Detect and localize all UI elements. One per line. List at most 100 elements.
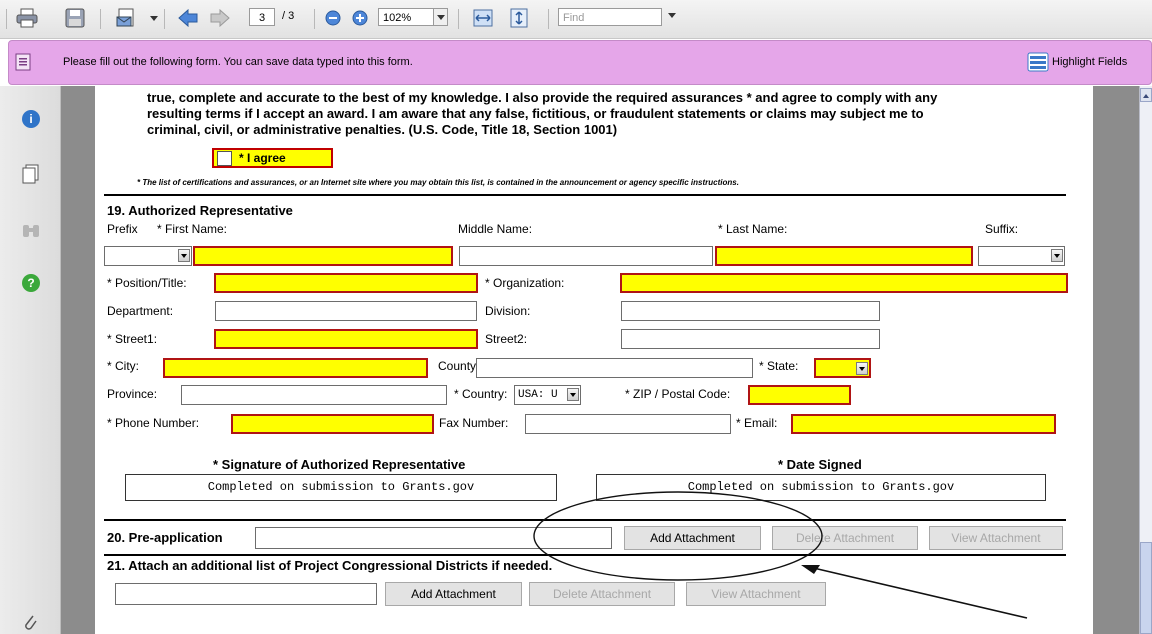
highlight-fields-icon [1027, 52, 1049, 72]
toolbar-separator [100, 9, 101, 29]
phone-label: * Phone Number: [107, 416, 200, 430]
section-21-title: 21. Attach an additional list of Project… [107, 558, 553, 573]
page-number-input[interactable]: 3 [249, 8, 275, 26]
street2-field[interactable] [621, 329, 880, 349]
delete-attachment-button[interactable]: Delete Attachment [529, 582, 675, 606]
certification-note: * The list of certifications and assuran… [137, 178, 739, 187]
highlight-fields-button[interactable]: Highlight Fields [1027, 52, 1127, 72]
fax-field[interactable] [525, 414, 731, 434]
position-label: * Position/Title: [107, 276, 187, 290]
form-page: true, complete and accurate to the best … [95, 86, 1093, 634]
street1-field[interactable] [214, 329, 478, 349]
chevron-down-icon [178, 249, 190, 262]
email-field[interactable] [791, 414, 1056, 434]
province-label: Province: [107, 387, 158, 401]
pages-icon[interactable] [22, 164, 40, 184]
view-attachment-button[interactable]: View Attachment [686, 582, 826, 606]
form-info-bar: Please fill out the following form. You … [8, 40, 1152, 85]
view-attachment-button[interactable]: View Attachment [929, 526, 1063, 550]
vertical-scrollbar[interactable] [1139, 86, 1152, 634]
paperclip-icon[interactable] [22, 612, 38, 632]
province-field[interactable] [181, 385, 447, 405]
page-total: / 3 [282, 10, 295, 22]
fit-width-icon [473, 9, 493, 27]
zip-label: * ZIP / Postal Code: [625, 387, 731, 401]
page-gutter-left [61, 86, 95, 634]
zoom-dropdown-button[interactable] [434, 8, 448, 26]
middle-name-field[interactable] [459, 246, 713, 266]
country-select[interactable]: USA: U [514, 385, 581, 405]
county-label: County: [438, 359, 480, 373]
country-label: * Country: [454, 387, 508, 401]
chevron-down-icon[interactable] [668, 13, 676, 18]
find-input[interactable]: Find [558, 8, 662, 26]
suffix-select[interactable] [978, 246, 1065, 266]
agree-checkbox[interactable] [217, 151, 232, 166]
email-send-button[interactable] [108, 7, 158, 29]
state-label: * State: [759, 359, 799, 373]
zoom-in-icon [352, 10, 368, 26]
chevron-up-icon [1143, 94, 1149, 98]
toolbar-separator [314, 9, 315, 29]
scroll-up-button[interactable] [1140, 88, 1152, 102]
print-icon [16, 8, 38, 28]
toolbar-separator [458, 9, 459, 29]
first-name-label: * First Name: [157, 222, 228, 236]
toolbar-separator [164, 9, 165, 29]
divider [104, 519, 1066, 521]
scroll-thumb[interactable] [1140, 542, 1152, 634]
county-field[interactable] [476, 358, 753, 378]
divider [104, 554, 1066, 556]
state-select[interactable] [814, 358, 871, 378]
add-attachment-button[interactable]: Add Attachment [624, 526, 761, 550]
division-label: Division: [485, 304, 531, 318]
help-icon[interactable]: ? [22, 274, 40, 292]
email-label: * Email: [736, 416, 778, 430]
phone-field[interactable] [231, 414, 434, 434]
first-name-field[interactable] [193, 246, 453, 266]
page-gutter-right [1093, 86, 1139, 634]
prefix-label: Prefix [107, 222, 138, 236]
country-value: USA: U [518, 389, 558, 401]
street1-label: * Street1: [107, 332, 158, 346]
save-button[interactable] [62, 7, 88, 29]
zoom-in-button[interactable] [349, 7, 371, 29]
suffix-label: Suffix: [985, 222, 1019, 236]
fax-label: Fax Number: [439, 416, 509, 430]
department-label: Department: [107, 304, 174, 318]
city-field[interactable] [163, 358, 428, 378]
certification-text: true, complete and accurate to the best … [147, 90, 938, 105]
certification-text: resulting terms if I accept an award. I … [147, 106, 924, 121]
save-icon [65, 8, 85, 28]
zoom-select[interactable]: 102% [378, 8, 434, 26]
last-name-field[interactable] [715, 246, 973, 266]
previous-page-button[interactable] [176, 7, 200, 29]
fit-width-button[interactable] [470, 7, 496, 29]
zip-field[interactable] [748, 385, 851, 405]
congressional-districts-field[interactable] [115, 583, 377, 605]
chevron-down-icon [567, 388, 579, 401]
prefix-select[interactable] [104, 246, 192, 266]
binoculars-icon[interactable] [21, 222, 41, 240]
print-button[interactable] [14, 7, 40, 29]
form-document-icon [15, 53, 31, 71]
division-field[interactable] [621, 301, 880, 321]
organization-field[interactable] [620, 273, 1068, 293]
section-20-title: 20. Pre-application [107, 530, 223, 545]
pre-application-field[interactable] [255, 527, 612, 549]
navigation-panel: i ? [0, 86, 61, 634]
agree-label: * I agree [239, 151, 286, 165]
position-field[interactable] [214, 273, 478, 293]
next-page-button[interactable] [208, 7, 232, 29]
section-19-title: 19. Authorized Representative [107, 203, 293, 218]
zoom-out-button[interactable] [322, 7, 344, 29]
fit-page-icon [510, 8, 528, 28]
date-signed-label: * Date Signed [778, 457, 862, 472]
department-field[interactable] [215, 301, 477, 321]
info-icon[interactable]: i [22, 110, 40, 128]
agree-checkbox-group[interactable]: * I agree [212, 148, 333, 168]
add-attachment-button[interactable]: Add Attachment [385, 582, 522, 606]
fit-page-button[interactable] [506, 7, 532, 29]
delete-attachment-button[interactable]: Delete Attachment [772, 526, 918, 550]
toolbar: 3 / 3 102% Find [0, 0, 1152, 39]
